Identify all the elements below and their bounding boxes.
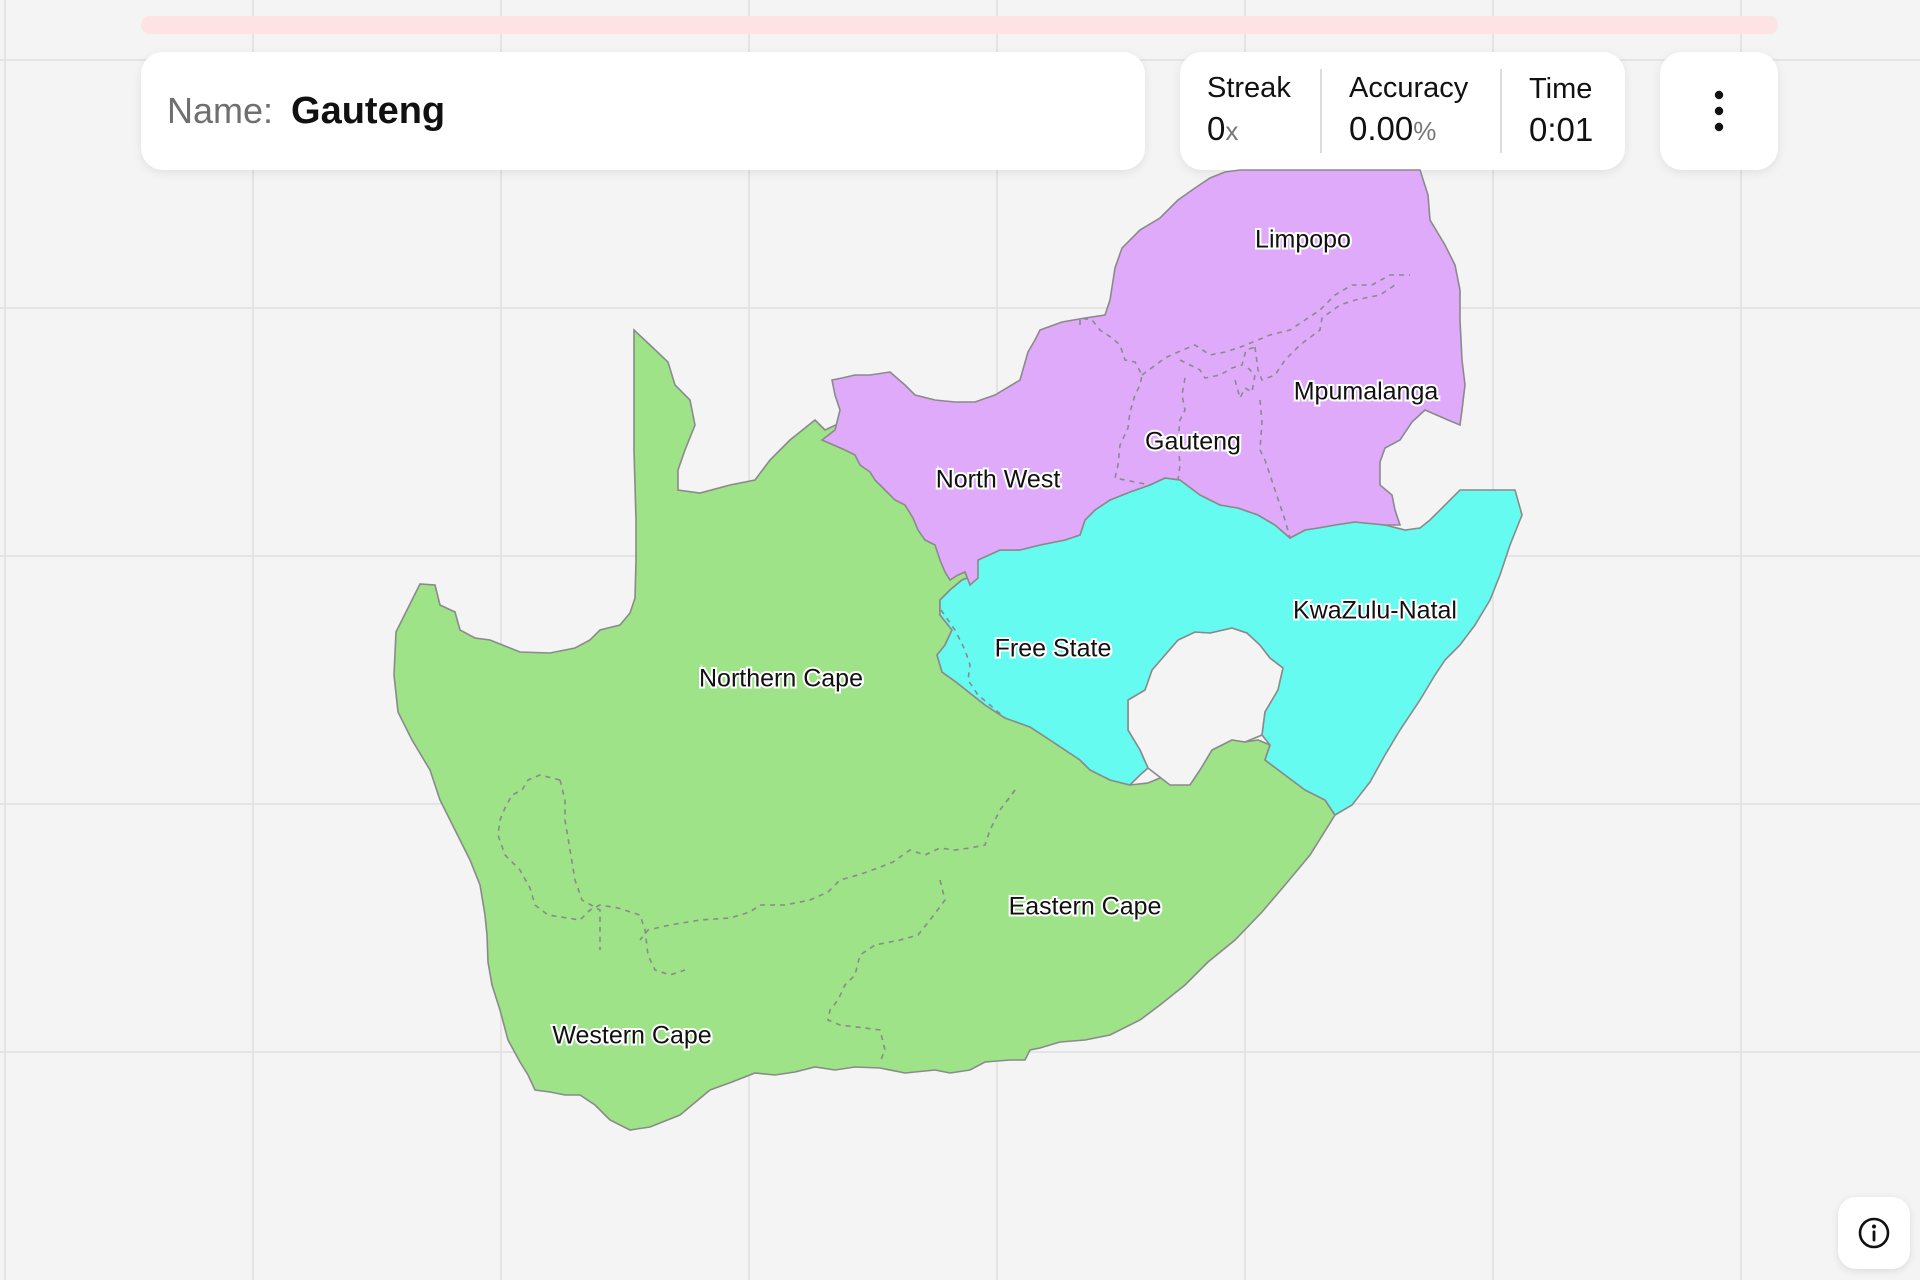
region-label-free-state: Free State: [995, 635, 1112, 663]
map: Limpopo Mpumalanga Gauteng North West Fr…: [393, 169, 1523, 1131]
region-label-gauteng: Gauteng: [1145, 428, 1241, 456]
region-label-western-cape: Western Cape: [552, 1022, 711, 1050]
region-label-kwazulu-natal: KwaZulu-Natal: [1293, 597, 1457, 625]
region-label-mpumalanga: Mpumalanga: [1294, 378, 1439, 406]
region-label-north-west: North West: [936, 466, 1061, 494]
region-label-northern-cape: Northern Cape: [699, 665, 863, 693]
region-label-limpopo: Limpopo: [1255, 226, 1351, 254]
region-label-eastern-cape: Eastern Cape: [1009, 893, 1162, 921]
